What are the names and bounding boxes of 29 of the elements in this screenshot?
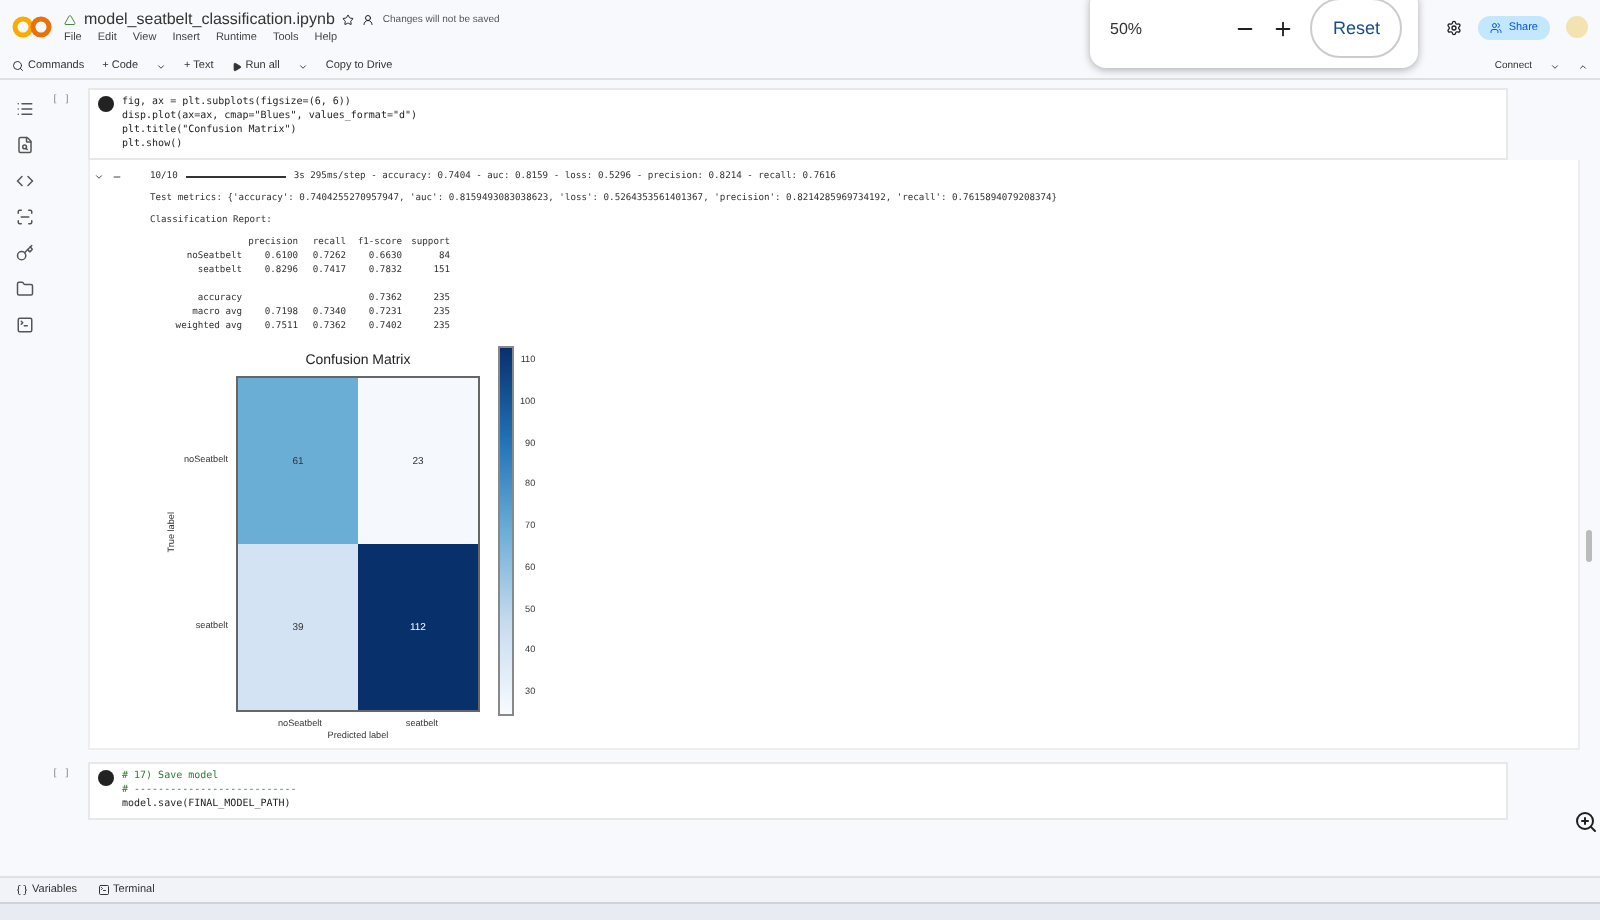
key-icon[interactable] — [15, 244, 33, 262]
person-icon — [362, 13, 375, 25]
run-icon[interactable] — [98, 96, 114, 112]
plus-icon[interactable] — [1272, 17, 1295, 39]
zoom-value: 50% — [1110, 19, 1143, 37]
caret-icon[interactable] — [156, 61, 167, 71]
braces-icon — [16, 884, 28, 896]
play-icon — [231, 61, 242, 71]
people-icon — [1490, 21, 1503, 33]
folder-icon[interactable] — [15, 280, 33, 298]
terminal-icon — [97, 884, 110, 896]
search-icon — [12, 60, 24, 72]
collapse-icon[interactable] — [1578, 61, 1588, 71]
collapse-icon[interactable] — [94, 172, 104, 182]
file-search-icon[interactable] — [15, 136, 33, 154]
list-icon[interactable] — [15, 100, 33, 118]
terminal-icon[interactable] — [15, 316, 33, 334]
reset-button[interactable]: Reset — [1310, 0, 1402, 58]
run-icon[interactable] — [98, 770, 114, 786]
scan-icon[interactable] — [15, 208, 33, 226]
scrollbar-thumb[interactable] — [1586, 530, 1592, 562]
logo-icon — [12, 16, 52, 38]
code-icon[interactable] — [15, 172, 33, 190]
star-icon[interactable] — [342, 13, 355, 25]
caret-icon[interactable] — [1550, 61, 1560, 71]
zoom-icon[interactable] — [1574, 810, 1598, 834]
settings-icon[interactable] — [1446, 19, 1463, 35]
file-name[interactable]: model_seatbelt_classification.ipynb — [84, 10, 335, 28]
caret-icon[interactable] — [297, 61, 308, 71]
